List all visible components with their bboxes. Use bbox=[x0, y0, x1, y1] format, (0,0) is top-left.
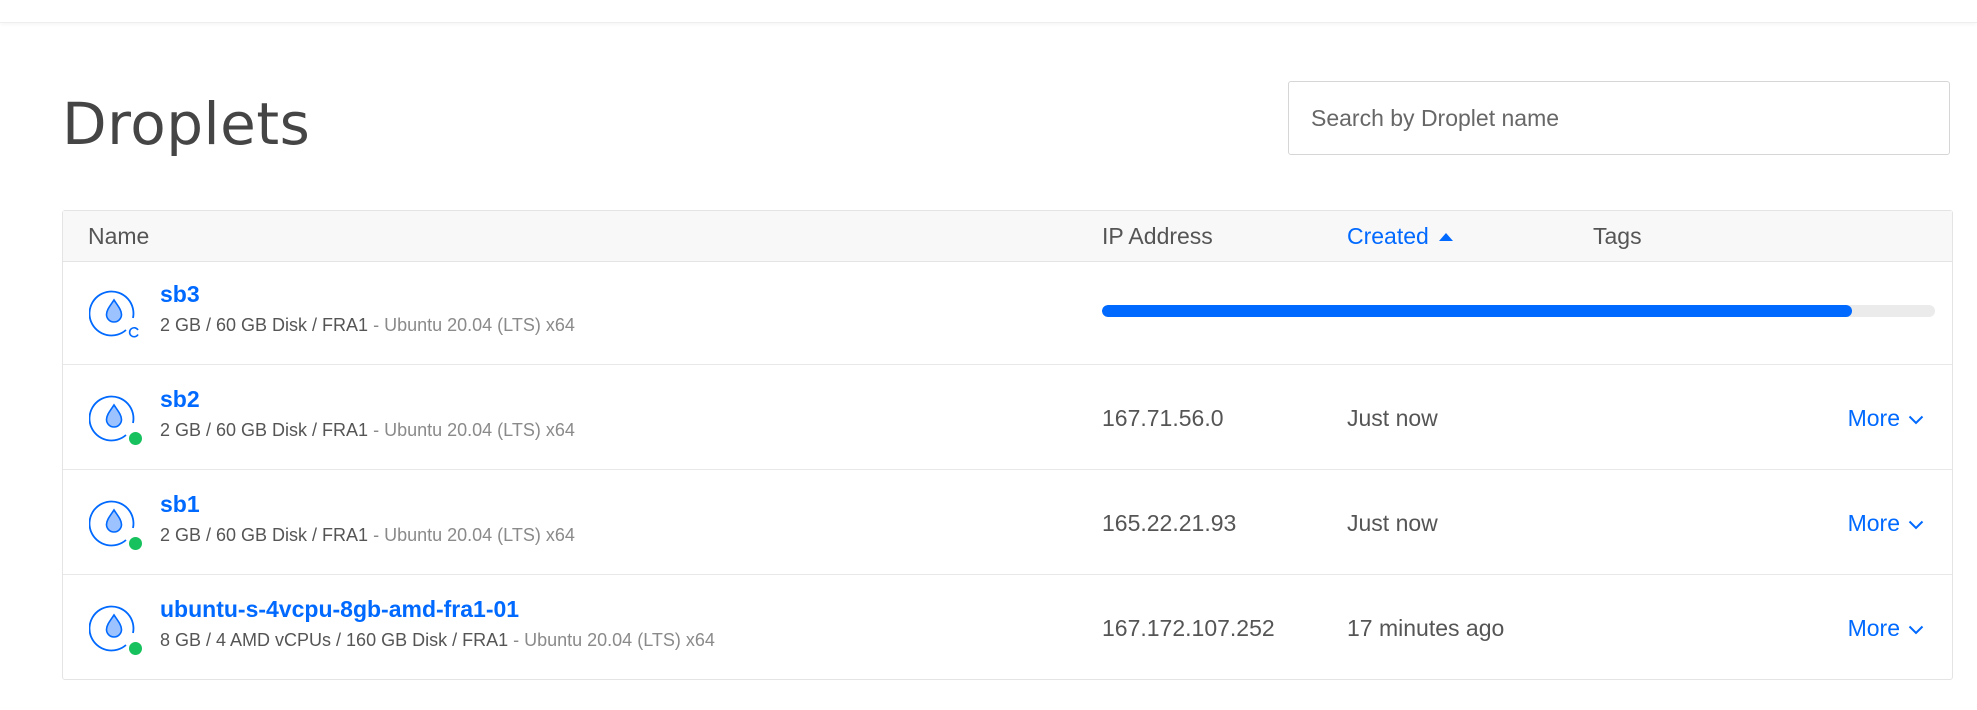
table-header: Name IP Address Created Tags bbox=[63, 211, 1952, 262]
droplet-name-link[interactable]: sb1 bbox=[160, 491, 200, 518]
status-active-icon bbox=[127, 535, 144, 552]
droplet-specs: 2 GB / 60 GB Disk / FRA1 - Ubuntu 20.04 … bbox=[160, 315, 575, 336]
column-header-created-label: Created bbox=[1347, 223, 1429, 249]
droplets-table: Name IP Address Created Tags sb3 2 GB / … bbox=[62, 210, 1953, 680]
droplet-size: 2 GB / 60 GB Disk / FRA1 bbox=[160, 420, 369, 440]
status-active-icon bbox=[127, 640, 144, 657]
droplet-image: - Ubuntu 20.04 (LTS) x64 bbox=[368, 525, 575, 545]
more-menu-label: More bbox=[1847, 405, 1900, 431]
page-title: Droplets bbox=[62, 90, 311, 158]
droplet-ip-address[interactable]: 167.71.56.0 bbox=[1102, 366, 1224, 470]
droplet-size: 2 GB / 60 GB Disk / FRA1 bbox=[160, 315, 369, 335]
column-header-created[interactable]: Created bbox=[1347, 211, 1453, 261]
search-input[interactable] bbox=[1288, 81, 1950, 155]
more-menu-label: More bbox=[1847, 510, 1900, 536]
droplet-image: - Ubuntu 20.04 (LTS) x64 bbox=[368, 315, 575, 335]
top-navigation-bar bbox=[0, 0, 1977, 23]
droplet-created: Just now bbox=[1347, 510, 1438, 536]
table-row: sb2 2 GB / 60 GB Disk / FRA1 - Ubuntu 20… bbox=[63, 366, 1952, 470]
table-row: ubuntu-s-4vcpu-8gb-amd-fra1-01 8 GB / 4 … bbox=[63, 576, 1952, 680]
droplet-ip-address[interactable]: 167.172.107.252 bbox=[1102, 576, 1275, 680]
chevron-down-icon bbox=[1908, 520, 1924, 530]
chevron-down-icon bbox=[1908, 415, 1924, 425]
table-row: sb3 2 GB / 60 GB Disk / FRA1 - Ubuntu 20… bbox=[63, 261, 1952, 365]
droplet-ip-address[interactable]: 165.22.21.93 bbox=[1102, 471, 1236, 575]
sort-ascending-icon bbox=[1438, 233, 1453, 241]
more-menu-button[interactable]: More bbox=[1848, 471, 1924, 575]
droplet-size: 8 GB / 4 AMD vCPUs / 160 GB Disk / FRA1 bbox=[160, 630, 509, 650]
refresh-icon bbox=[127, 325, 141, 339]
droplet-image: - Ubuntu 20.04 (LTS) x64 bbox=[508, 630, 715, 650]
more-menu-label: More bbox=[1847, 615, 1900, 641]
droplet-name-link[interactable]: sb2 bbox=[160, 386, 200, 413]
creation-progress-bar bbox=[1102, 305, 1935, 317]
creation-progress-fill bbox=[1102, 305, 1852, 317]
droplet-created: 17 minutes ago bbox=[1347, 615, 1505, 641]
droplet-name-link[interactable]: ubuntu-s-4vcpu-8gb-amd-fra1-01 bbox=[160, 596, 519, 623]
droplet-specs: 8 GB / 4 AMD vCPUs / 160 GB Disk / FRA1 … bbox=[160, 630, 715, 651]
status-active-icon bbox=[127, 430, 144, 447]
droplet-specs: 2 GB / 60 GB Disk / FRA1 - Ubuntu 20.04 … bbox=[160, 525, 575, 546]
table-row: sb1 2 GB / 60 GB Disk / FRA1 - Ubuntu 20… bbox=[63, 471, 1952, 575]
column-header-name[interactable]: Name bbox=[88, 211, 149, 261]
droplet-name-link[interactable]: sb3 bbox=[160, 281, 200, 308]
more-menu-button[interactable]: More bbox=[1848, 576, 1924, 680]
column-header-ip[interactable]: IP Address bbox=[1102, 211, 1213, 261]
droplet-specs: 2 GB / 60 GB Disk / FRA1 - Ubuntu 20.04 … bbox=[160, 420, 575, 441]
droplet-size: 2 GB / 60 GB Disk / FRA1 bbox=[160, 525, 369, 545]
droplet-image: - Ubuntu 20.04 (LTS) x64 bbox=[368, 420, 575, 440]
chevron-down-icon bbox=[1908, 625, 1924, 635]
more-menu-button[interactable]: More bbox=[1848, 366, 1924, 470]
droplet-created: Just now bbox=[1347, 405, 1438, 431]
column-header-tags[interactable]: Tags bbox=[1593, 211, 1642, 261]
